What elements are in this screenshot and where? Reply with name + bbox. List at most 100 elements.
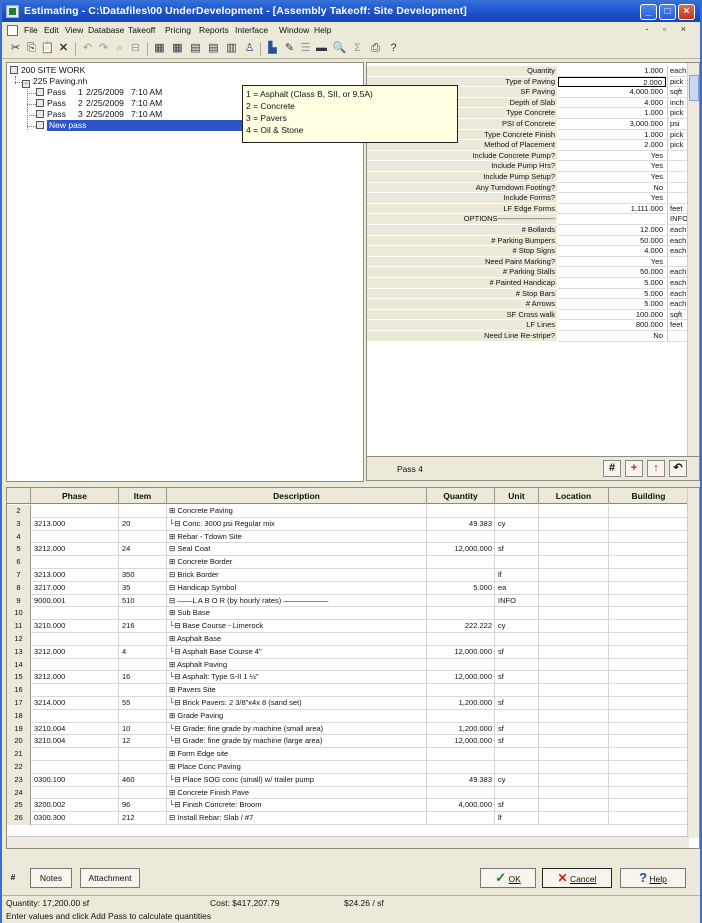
variable-value[interactable]: Yes bbox=[558, 193, 666, 204]
table-row[interactable]: 4 ⊞ Rebar - Tdown Site bbox=[7, 530, 699, 544]
item-cell[interactable]: 216 bbox=[119, 620, 167, 633]
phase-cell[interactable]: 0300.100 bbox=[31, 773, 119, 787]
variable-row[interactable]: Quantity 1.000 each bbox=[367, 66, 697, 77]
pass-icon[interactable]: ▤ bbox=[206, 41, 221, 56]
chart-icon[interactable]: ▙ bbox=[265, 41, 280, 56]
location-cell[interactable] bbox=[539, 709, 609, 723]
building-cell[interactable] bbox=[609, 543, 689, 557]
variable-icon[interactable]: ▥ bbox=[224, 41, 239, 56]
menu-reports[interactable]: Reports bbox=[199, 25, 229, 35]
takeoff-icon[interactable]: ▦ bbox=[152, 41, 167, 56]
unit-cell[interactable]: sf bbox=[495, 735, 539, 749]
table-row[interactable]: 19 3210.004 10 └⊟ Grade: fine grade by mac… bbox=[7, 722, 699, 736]
variable-row[interactable]: Need Line Re-stripe? No bbox=[367, 331, 697, 342]
unit-cell[interactable]: sf bbox=[495, 645, 539, 659]
item-cell[interactable] bbox=[119, 607, 167, 621]
table-row[interactable]: 12 ⊞ Asphalt Base bbox=[7, 633, 699, 646]
variable-value[interactable]: 2.000 bbox=[558, 76, 666, 88]
location-cell[interactable] bbox=[539, 671, 609, 685]
paste-icon[interactable]: 📋 bbox=[40, 41, 55, 56]
grid-horizontal-scrollbar[interactable] bbox=[7, 836, 689, 848]
unit-cell[interactable] bbox=[495, 607, 539, 621]
location-cell[interactable] bbox=[539, 722, 609, 736]
table-row[interactable]: 5 3212.000 24 ⊟ Seal Coat 12,000.000 sf bbox=[7, 543, 699, 557]
description-cell[interactable]: ⊞ Sub Base bbox=[167, 607, 427, 621]
variable-value[interactable]: 1,111.000 bbox=[558, 204, 666, 215]
quantity-cell[interactable]: 49.383 bbox=[427, 773, 495, 787]
phase-cell[interactable]: 3200.002 bbox=[31, 799, 119, 813]
unit-cell[interactable] bbox=[495, 709, 539, 723]
location-cell[interactable] bbox=[539, 761, 609, 774]
location-cell[interactable] bbox=[539, 530, 609, 544]
unit-cell[interactable]: lf bbox=[495, 812, 539, 825]
location-cell[interactable] bbox=[539, 543, 609, 557]
menu-view[interactable]: View bbox=[65, 25, 83, 35]
variables-scrollbar[interactable] bbox=[687, 63, 699, 456]
location-cell[interactable] bbox=[539, 773, 609, 787]
building-cell[interactable] bbox=[609, 607, 689, 621]
unit-cell[interactable] bbox=[495, 505, 539, 518]
menu-file[interactable]: File bbox=[24, 25, 38, 35]
pass-count-button[interactable]: # bbox=[603, 460, 621, 477]
item-cell[interactable] bbox=[119, 684, 167, 697]
header-description[interactable]: Description bbox=[167, 488, 427, 504]
variable-row[interactable]: Include Forms? Yes bbox=[367, 193, 697, 204]
phase-cell[interactable]: 3217.000 bbox=[31, 581, 119, 595]
building-cell[interactable] bbox=[609, 569, 689, 582]
variable-row[interactable]: # Arrows 5.000 each bbox=[367, 299, 697, 310]
menu-window[interactable]: Window bbox=[279, 25, 309, 35]
mdi-controls[interactable]: - ▫ × bbox=[646, 24, 692, 34]
ok-button[interactable]: ✓ OK bbox=[480, 868, 536, 888]
building-cell[interactable] bbox=[609, 530, 689, 544]
building-cell[interactable] bbox=[609, 799, 689, 813]
building-cell[interactable] bbox=[609, 581, 689, 595]
item-cell[interactable] bbox=[119, 505, 167, 518]
description-cell[interactable]: └⊟ Asphalt: Type S-II 1 ½" bbox=[167, 671, 427, 685]
building-cell[interactable] bbox=[609, 517, 689, 531]
menu-edit[interactable]: Edit bbox=[44, 25, 59, 35]
table-row[interactable]: 18 ⊞ Grade Paving bbox=[7, 709, 699, 723]
document-icon[interactable] bbox=[7, 25, 18, 36]
phase-cell[interactable]: 3210.004 bbox=[31, 735, 119, 749]
table-row[interactable]: 21 ⊞ Form Edge site bbox=[7, 748, 699, 761]
unit-cell[interactable] bbox=[495, 786, 539, 800]
description-cell[interactable]: ⊟ Handicap Symbol bbox=[167, 581, 427, 595]
phase-cell[interactable]: 3212.000 bbox=[31, 671, 119, 685]
building-cell[interactable] bbox=[609, 735, 689, 749]
building-cell[interactable] bbox=[609, 709, 689, 723]
hash-button[interactable]: # bbox=[6, 868, 20, 888]
variable-row[interactable]: Any Turndown Footing? No bbox=[367, 182, 697, 194]
undo-pass-button[interactable]: ↶ bbox=[669, 460, 687, 477]
item-cell[interactable] bbox=[119, 633, 167, 646]
unit-cell[interactable] bbox=[495, 530, 539, 544]
variable-value[interactable]: 5.000 bbox=[558, 299, 666, 310]
unit-cell[interactable]: sf bbox=[495, 697, 539, 710]
quantity-cell[interactable]: 12,000.000 bbox=[427, 735, 495, 749]
location-cell[interactable] bbox=[539, 748, 609, 761]
description-cell[interactable]: └⊟ Asphalt Base Course 4" bbox=[167, 645, 427, 659]
location-cell[interactable] bbox=[539, 645, 609, 659]
variable-value[interactable]: 50.000 bbox=[558, 236, 666, 247]
filter-icon[interactable]: ⊟ bbox=[128, 41, 143, 56]
delete-icon[interactable]: ✕ bbox=[56, 41, 71, 56]
description-cell[interactable]: ⊟ ——L A B O R (by hourly rates) —————— bbox=[167, 594, 427, 608]
variable-row[interactable]: Include Pump Setup? Yes bbox=[367, 172, 697, 183]
phase-cell[interactable] bbox=[31, 748, 119, 761]
item-cell[interactable]: 20 bbox=[119, 517, 167, 531]
variable-value[interactable] bbox=[558, 214, 666, 225]
close-button[interactable]: × bbox=[678, 4, 695, 20]
menu-takeoff[interactable]: Takeoff bbox=[128, 25, 155, 35]
unit-cell[interactable] bbox=[495, 658, 539, 672]
phase-cell[interactable] bbox=[31, 761, 119, 774]
list-icon[interactable]: ☰ bbox=[298, 41, 313, 56]
quantity-cell[interactable] bbox=[427, 748, 495, 761]
table-row[interactable]: 17 3214.000 55 └⊟ Brick Pavers: 2 3/8"x4x … bbox=[7, 697, 699, 710]
title-bar[interactable]: Estimating - C:\Datafiles\00 UnderDevelo… bbox=[2, 2, 700, 22]
header-unit[interactable]: Unit bbox=[495, 488, 539, 504]
unit-cell[interactable]: cy bbox=[495, 773, 539, 787]
variable-value[interactable]: 50.000 bbox=[558, 267, 666, 278]
phase-cell[interactable] bbox=[31, 633, 119, 646]
unit-cell[interactable]: sf bbox=[495, 543, 539, 557]
table-row[interactable]: 13 3212.000 4 └⊟ Asphalt Base Course 4" 12,… bbox=[7, 645, 699, 659]
location-cell[interactable] bbox=[539, 607, 609, 621]
